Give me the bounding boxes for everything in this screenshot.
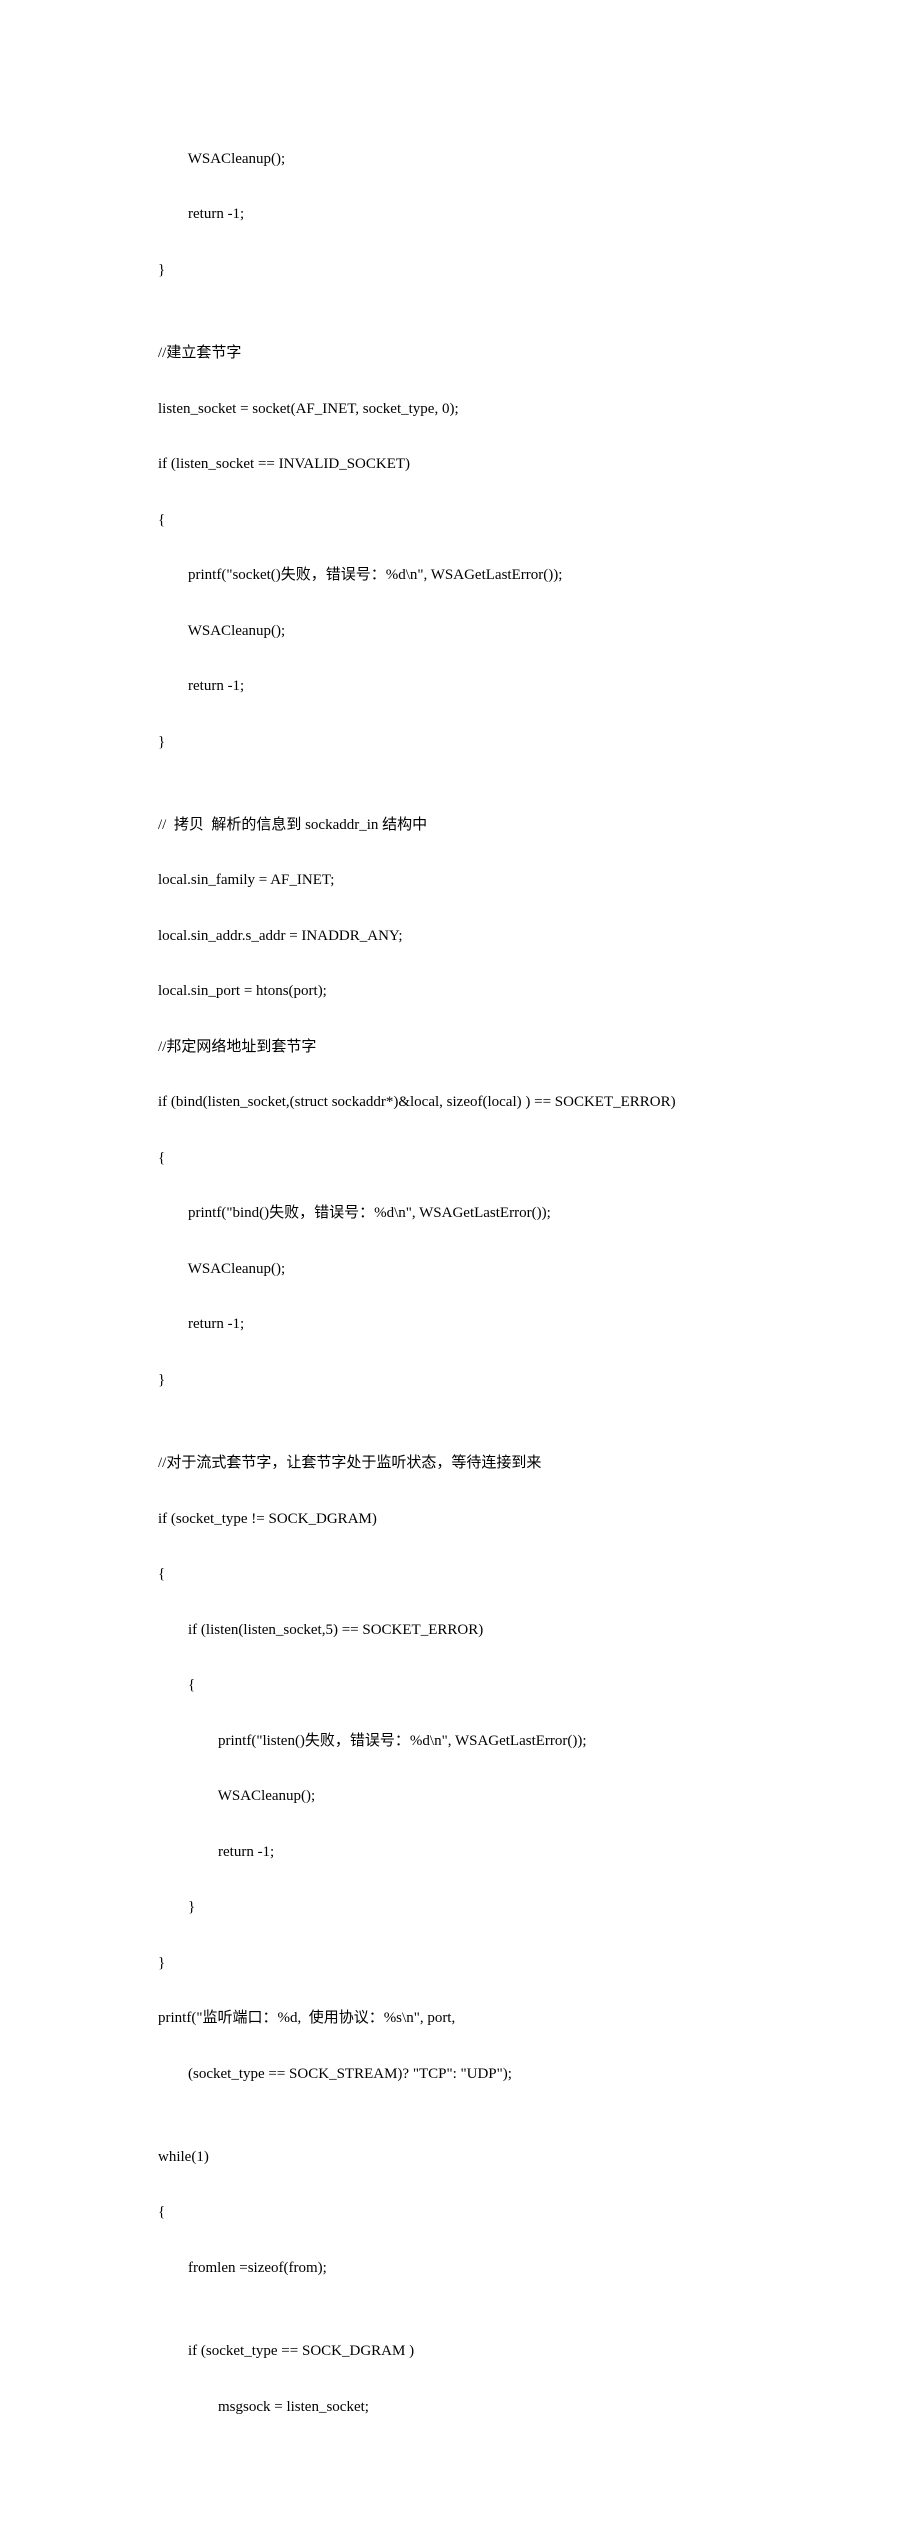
- code-line: }: [158, 1367, 820, 1395]
- code-line: // 拷贝 解析的信息到 sockaddr_in 结构中: [158, 812, 820, 840]
- code-line: WSACleanup();: [158, 1256, 820, 1284]
- code-line: listen_socket = socket(AF_INET, socket_t…: [158, 396, 820, 424]
- code-line: {: [158, 1561, 820, 1589]
- code-line: WSACleanup();: [158, 618, 820, 646]
- code-line: printf("socket()失败，错误号：%d\n", WSAGetLast…: [158, 562, 820, 590]
- code-line: {: [158, 507, 820, 535]
- code-line: if (listen(listen_socket,5) == SOCKET_ER…: [158, 1617, 820, 1645]
- code-line: return -1;: [158, 1311, 820, 1339]
- code-line: {: [158, 2199, 820, 2227]
- code-line: {: [158, 1145, 820, 1173]
- code-line: if (socket_type != SOCK_DGRAM): [158, 1506, 820, 1534]
- code-line: return -1;: [158, 1839, 820, 1867]
- code-line: }: [158, 1894, 820, 1922]
- code-line: while(1): [158, 2144, 820, 2172]
- code-line: //邦定网络地址到套节字: [158, 1034, 820, 1062]
- code-line: }: [158, 729, 820, 757]
- code-line: if (bind(listen_socket,(struct sockaddr*…: [158, 1089, 820, 1117]
- code-line: WSACleanup();: [158, 1783, 820, 1811]
- code-line: }: [158, 1950, 820, 1978]
- document-page: WSACleanup(); return -1; } //建立套节字 liste…: [0, 0, 920, 2529]
- code-line: if (listen_socket == INVALID_SOCKET): [158, 451, 820, 479]
- code-line: msgsock = listen_socket;: [158, 2394, 820, 2422]
- code-line: local.sin_port = htons(port);: [158, 978, 820, 1006]
- code-line: local.sin_addr.s_addr = INADDR_ANY;: [158, 923, 820, 951]
- code-line: printf("listen()失败，错误号：%d\n", WSAGetLast…: [158, 1728, 820, 1756]
- code-line: (socket_type == SOCK_STREAM)? "TCP": "UD…: [158, 2061, 820, 2089]
- code-line: local.sin_family = AF_INET;: [158, 867, 820, 895]
- code-line: WSACleanup();: [158, 146, 820, 174]
- code-line: //建立套节字: [158, 340, 820, 368]
- code-line: }: [158, 257, 820, 285]
- code-line: if (socket_type == SOCK_DGRAM ): [158, 2338, 820, 2366]
- code-line: return -1;: [158, 201, 820, 229]
- code-line: printf("bind()失败，错误号：%d\n", WSAGetLastEr…: [158, 1200, 820, 1228]
- code-line: //对于流式套节字，让套节字处于监听状态，等待连接到来: [158, 1450, 820, 1478]
- code-line: {: [158, 1672, 820, 1700]
- code-line: return -1;: [158, 673, 820, 701]
- code-line: printf("监听端口：%d, 使用协议：%s\n", port,: [158, 2005, 820, 2033]
- code-line: fromlen =sizeof(from);: [158, 2255, 820, 2283]
